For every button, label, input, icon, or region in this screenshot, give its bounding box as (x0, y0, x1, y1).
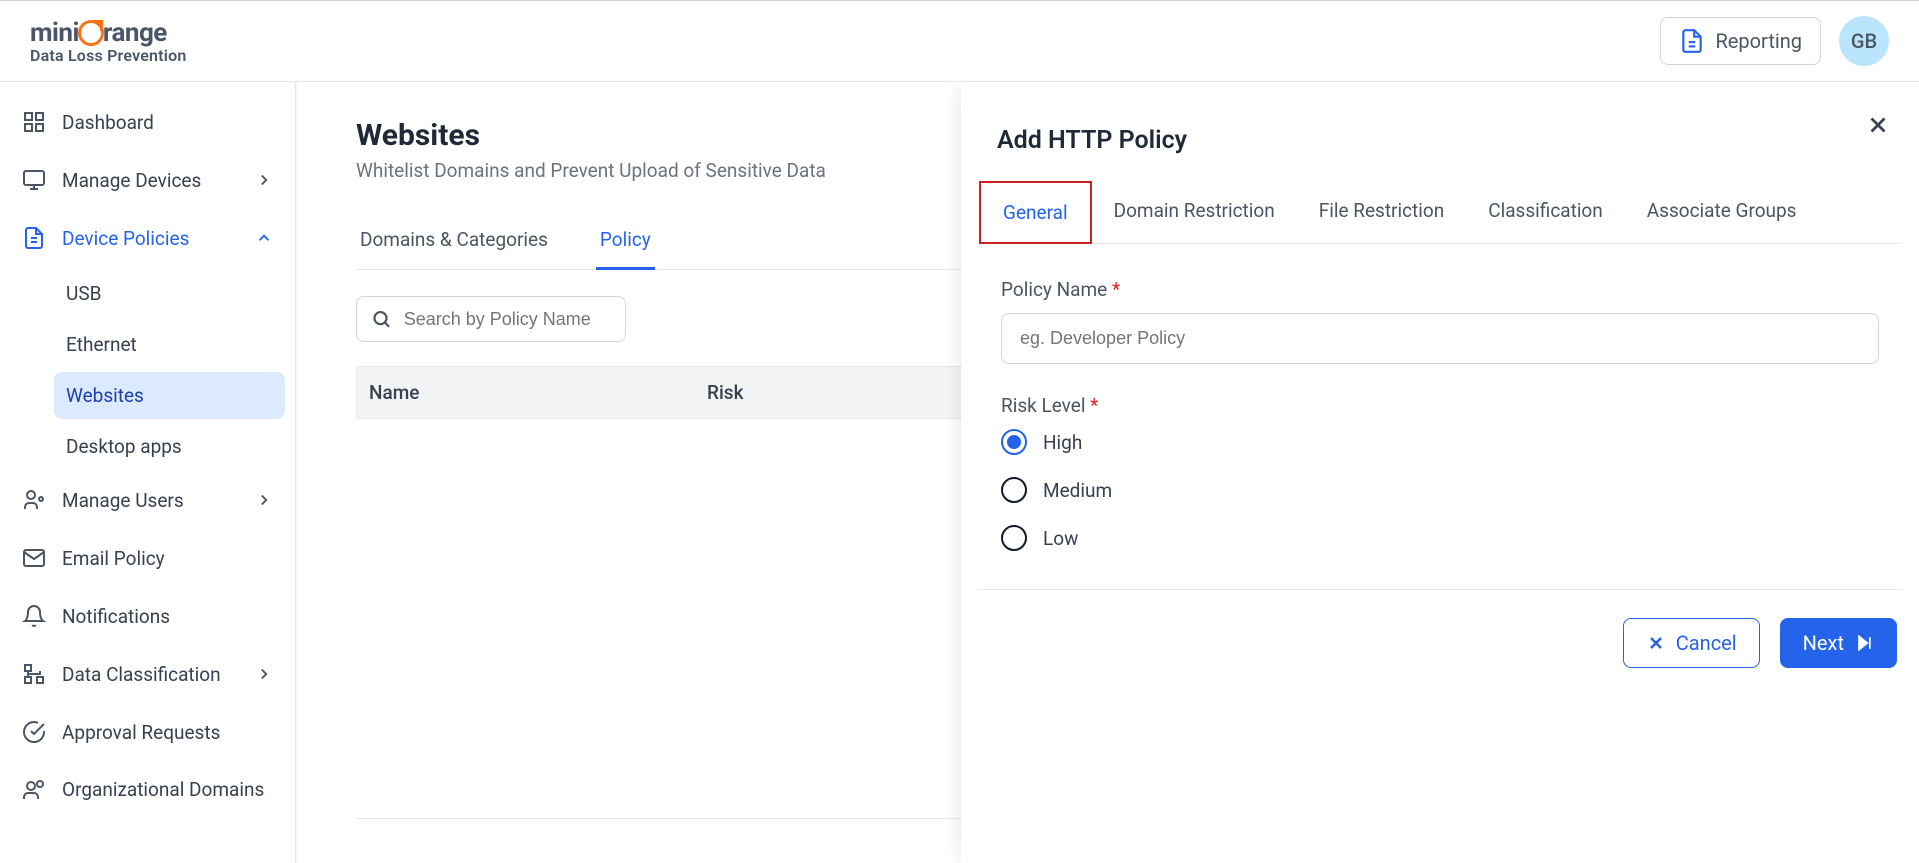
report-icon (1679, 28, 1705, 54)
sidebar-item-label: Approval Requests (62, 721, 220, 744)
risk-option-label: High (1043, 431, 1082, 454)
cancel-label: Cancel (1676, 631, 1737, 655)
monitor-icon (22, 168, 46, 192)
check-circle-icon (22, 720, 46, 744)
next-icon (1854, 633, 1874, 653)
required-mark: * (1112, 278, 1120, 301)
document-icon (22, 226, 46, 250)
sidebar-item-manage-devices[interactable]: Manage Devices (10, 154, 285, 206)
close-icon (1865, 112, 1891, 138)
add-policy-panel: Add HTTP Policy General Domain Restricti… (961, 82, 1919, 863)
brand-subtitle: Data Loss Prevention (30, 46, 186, 65)
panel-form: Policy Name * Risk Level * High Medium L… (979, 278, 1901, 573)
close-icon (1646, 633, 1666, 653)
policy-name-label: Policy Name * (1001, 278, 1879, 301)
avatar-initials: GB (1851, 29, 1877, 53)
cancel-button[interactable]: Cancel (1623, 618, 1760, 668)
next-button[interactable]: Next (1780, 618, 1897, 668)
reporting-button[interactable]: Reporting (1660, 17, 1821, 65)
sidebar-item-dashboard[interactable]: Dashboard (10, 96, 285, 148)
radio-icon (1001, 525, 1027, 551)
sidebar-item-manage-users[interactable]: Manage Users (10, 474, 285, 526)
search-wrapper[interactable] (356, 296, 626, 342)
chevron-right-icon (255, 171, 273, 189)
divider (979, 589, 1901, 590)
people-icon (22, 778, 46, 802)
sidebar-item-label: Manage Devices (62, 169, 201, 192)
chevron-up-icon (255, 229, 273, 247)
radio-icon (1001, 429, 1027, 455)
next-label: Next (1803, 631, 1844, 655)
reporting-label: Reporting (1715, 29, 1802, 53)
panel-tab-domain-restriction[interactable]: Domain Restriction (1092, 181, 1297, 243)
panel-tab-file-restriction[interactable]: File Restriction (1297, 181, 1467, 243)
risk-option-label: Medium (1043, 479, 1112, 502)
sidebar-item-label: Manage Users (62, 489, 184, 512)
column-name: Name (357, 381, 707, 404)
dashboard-icon (22, 110, 46, 134)
policy-name-input[interactable] (1001, 313, 1879, 364)
sidebar: Dashboard Manage Devices Device Policies… (0, 82, 296, 863)
sidebar-item-org-domains[interactable]: Organizational Domains (10, 764, 285, 817)
sidebar-item-label: Dashboard (62, 111, 154, 134)
sidebar-sub-websites[interactable]: Websites (54, 372, 285, 419)
chevron-right-icon (255, 665, 273, 683)
bell-icon (22, 604, 46, 628)
panel-title: Add HTTP Policy (979, 126, 1901, 155)
sidebar-item-label: Data Classification (62, 663, 221, 686)
panel-tab-associate-groups[interactable]: Associate Groups (1625, 181, 1819, 243)
risk-option-low[interactable]: Low (1001, 525, 1879, 551)
chevron-right-icon (255, 491, 273, 509)
tab-domains-categories[interactable]: Domains & Categories (356, 212, 552, 269)
brand-o-icon (78, 20, 104, 46)
search-input[interactable] (404, 309, 611, 330)
brand-prefix: mini (30, 18, 79, 48)
sidebar-sub-usb[interactable]: USB (54, 270, 285, 317)
panel-actions: Cancel Next (979, 618, 1901, 668)
risk-option-medium[interactable]: Medium (1001, 477, 1879, 503)
mail-icon (22, 546, 46, 570)
sidebar-item-data-classification[interactable]: Data Classification (10, 648, 285, 700)
sidebar-item-email-policy[interactable]: Email Policy (10, 532, 285, 584)
sidebar-item-label: Organizational Domains (62, 778, 264, 803)
panel-tab-general[interactable]: General (979, 181, 1092, 244)
sidebar-item-label: Device Policies (62, 227, 189, 250)
sidebar-item-notifications[interactable]: Notifications (10, 590, 285, 642)
device-policies-subitems: USB Ethernet Websites Desktop apps (10, 270, 285, 470)
risk-option-label: Low (1043, 527, 1078, 550)
tree-icon (22, 662, 46, 686)
tab-policy[interactable]: Policy (596, 212, 655, 270)
sidebar-sub-ethernet[interactable]: Ethernet (54, 321, 285, 368)
panel-tabs: General Domain Restriction File Restrict… (979, 181, 1901, 244)
required-mark: * (1090, 394, 1098, 417)
sidebar-item-label: Email Policy (62, 547, 165, 570)
brand-logo: mini range Data Loss Prevention (30, 18, 186, 65)
panel-tab-classification[interactable]: Classification (1466, 181, 1625, 243)
risk-option-high[interactable]: High (1001, 429, 1879, 455)
sidebar-item-device-policies[interactable]: Device Policies (10, 212, 285, 264)
sidebar-item-approval-requests[interactable]: Approval Requests (10, 706, 285, 758)
sidebar-item-label: Notifications (62, 605, 170, 628)
users-icon (22, 488, 46, 512)
avatar[interactable]: GB (1839, 16, 1889, 66)
close-button[interactable] (1865, 112, 1891, 142)
radio-icon (1001, 477, 1027, 503)
brand-suffix: range (103, 18, 167, 48)
search-icon (371, 307, 392, 331)
risk-level-label: Risk Level * (1001, 394, 1879, 417)
sidebar-sub-desktop-apps[interactable]: Desktop apps (54, 423, 285, 470)
main-content: Websites Whitelist Domains and Prevent U… (296, 82, 1919, 863)
top-bar: mini range Data Loss Prevention Reportin… (0, 0, 1919, 82)
